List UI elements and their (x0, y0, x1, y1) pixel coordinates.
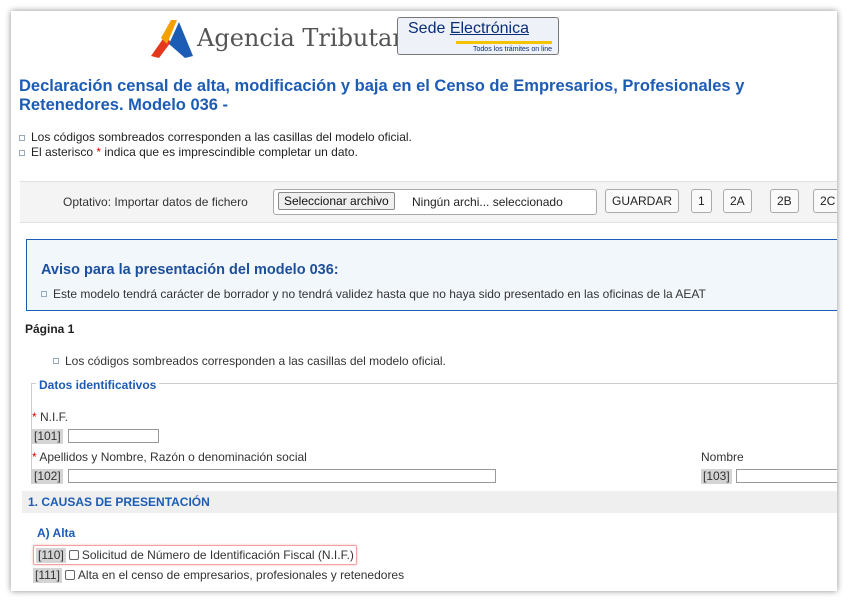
notice-title: Aviso para la presentación del modelo 03… (41, 262, 339, 278)
alta-subsection-label: A) Alta (37, 526, 76, 540)
option-110[interactable]: [110] Solicitud de Número de Identificac… (33, 545, 357, 565)
code-111: [111] (33, 567, 62, 583)
notice-text-row: Este modelo tendrá carácter de borrador … (41, 287, 706, 301)
nombre-label: Nombre (701, 450, 744, 464)
section-legend: Datos identificativos (36, 378, 160, 392)
checkbox-110[interactable] (68, 550, 79, 560)
option-111[interactable]: [111] Alta en el censo de empresarios, p… (33, 566, 404, 584)
causas-section-title: 1. CAUSAS DE PRESENTACIÓN (22, 491, 837, 513)
import-label: Optativo: Importar datos de fichero (63, 195, 248, 209)
code-102: [102] (32, 469, 63, 484)
required-asterisk: * (96, 145, 102, 159)
page-note: Los códigos sombreados corresponden a la… (53, 354, 446, 368)
sede-title-part2: Electrónica (449, 20, 529, 37)
bullet-icon (41, 291, 47, 297)
required-asterisk: * (32, 450, 37, 464)
page-note-text: Los códigos sombreados corresponden a la… (65, 354, 446, 368)
checkbox-111[interactable] (64, 570, 75, 580)
file-input[interactable]: Seleccionar archivo Ningún archi... sele… (273, 189, 597, 215)
nombre-input[interactable] (736, 469, 837, 483)
import-toolbar: Optativo: Importar datos de fichero Sele… (20, 181, 837, 223)
page-button-1[interactable]: 1 (691, 189, 712, 213)
page-button-2a[interactable]: 2A (723, 189, 752, 213)
sede-title-part1: Sede (408, 20, 450, 37)
sede-underline-bar (456, 41, 552, 44)
nif-label: * N.I.F. (32, 410, 68, 424)
file-status: Ningún archi... seleccionado (412, 195, 563, 209)
site-header: Agencia Tributaria Sede Electrónica Todo… (11, 11, 837, 71)
sede-electronica-logo[interactable]: Sede Electrónica Todos los trámites on l… (397, 17, 559, 55)
notice-box: Aviso para la presentación del modelo 03… (26, 239, 837, 311)
note-item: El asterisco * indica que es imprescindi… (19, 145, 412, 160)
datos-identificativos-section: Datos identificativos * N.I.F. [101] * A… (31, 378, 837, 484)
browser-viewport: Agencia Tributaria Sede Electrónica Todo… (11, 11, 837, 591)
aeat-logo-icon (151, 20, 193, 58)
page-button-2b[interactable]: 2B (770, 189, 799, 213)
apellidos-input[interactable] (68, 469, 496, 483)
agency-name: Agencia Tributaria (197, 24, 426, 52)
select-file-button[interactable]: Seleccionar archivo (278, 192, 395, 210)
required-asterisk: * (32, 410, 37, 424)
notice-text: Este modelo tendrá carácter de borrador … (53, 287, 706, 301)
code-110: [110] (36, 547, 66, 563)
code-101: [101] (32, 429, 63, 444)
page-label: Página 1 (25, 322, 75, 336)
option-110-label: Solicitud de Número de Identificación Fi… (81, 548, 354, 562)
bullet-icon (53, 358, 59, 364)
apellidos-label: * Apellidos y Nombre, Razón o denominaci… (32, 450, 307, 464)
note-text-before: El asterisco (31, 145, 94, 159)
apellidos-label-text: Apellidos y Nombre, Razón o denominación… (39, 450, 307, 464)
page-title: Declaración censal de alta, modificación… (19, 77, 745, 114)
note-item: Los códigos sombreados corresponden a la… (19, 130, 412, 145)
option-111-label: Alta en el censo de empresarios, profesi… (77, 568, 405, 582)
nif-label-text: N.I.F. (40, 410, 69, 424)
info-notes: Los códigos sombreados corresponden a la… (19, 130, 412, 160)
note-text-after: indica que es imprescindible completar u… (104, 145, 358, 159)
nif-input[interactable] (68, 429, 159, 443)
sede-title: Sede Electrónica (408, 20, 529, 38)
sede-subtitle: Todos los trámites on line (473, 46, 552, 53)
bullet-icon (19, 149, 25, 156)
note-text: Los códigos sombreados corresponden a la… (31, 130, 412, 144)
page-button-2c[interactable]: 2C (813, 189, 837, 213)
code-103: [103] (701, 469, 732, 484)
bullet-icon (19, 134, 25, 141)
save-button[interactable]: GUARDAR (605, 189, 680, 213)
